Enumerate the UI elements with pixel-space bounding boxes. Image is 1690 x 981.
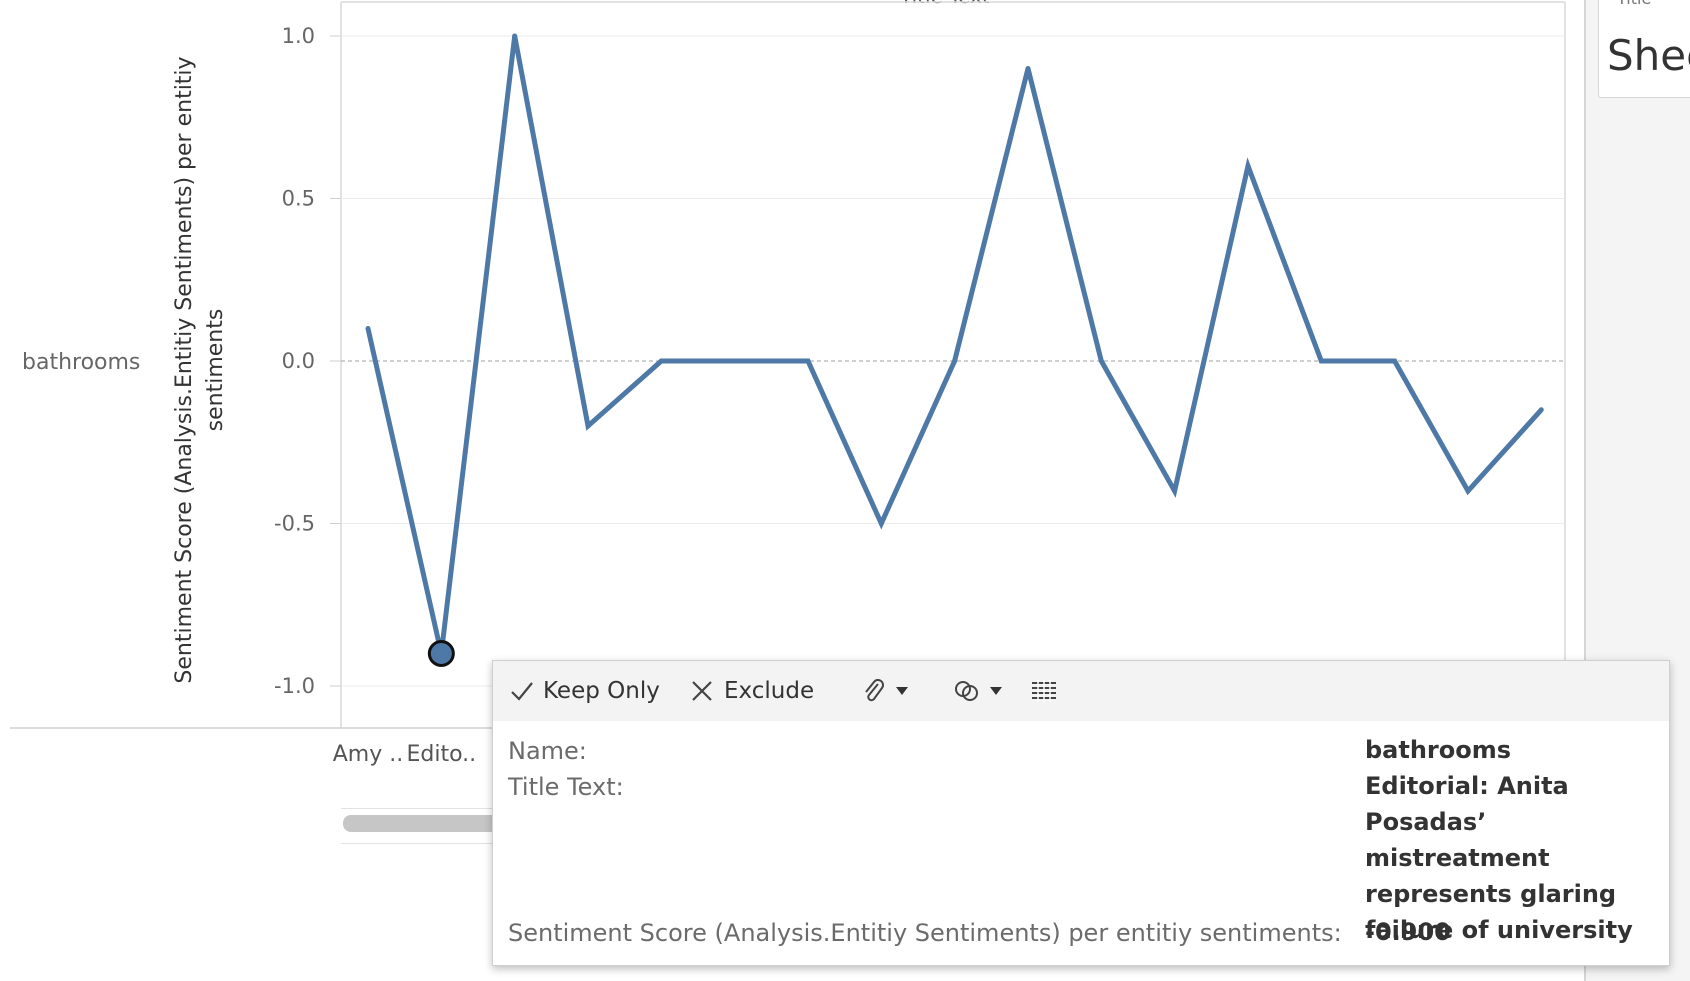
mark-tooltip: Keep Only Exclude Name: bathrooms Title … xyxy=(492,660,1670,966)
series-lines xyxy=(365,35,1544,655)
series-line xyxy=(365,35,1544,655)
y-axis-ticks: 1.0 0.5 0.0 -0.5 -1.0 xyxy=(274,24,341,698)
exclude-label: Exclude xyxy=(724,678,815,704)
data-point[interactable] xyxy=(1245,163,1251,169)
close-icon xyxy=(690,679,714,703)
data-point[interactable] xyxy=(805,358,811,364)
tooltip-name-value: bathrooms xyxy=(1365,736,1512,764)
chevron-down-icon xyxy=(989,686,1003,696)
view-data-button[interactable] xyxy=(1031,661,1057,721)
table-grid-icon xyxy=(1031,680,1057,702)
create-set-button[interactable] xyxy=(953,661,1003,721)
tooltip-score-value: -0.900 xyxy=(1365,918,1451,946)
y-tick-label: -1.0 xyxy=(274,674,315,698)
sheet-card[interactable]: Title Shee xyxy=(1598,0,1690,98)
worksheet-view: Title Text bathrooms Sentiment Score (An… xyxy=(0,0,1690,981)
y-tick-label: 1.0 xyxy=(282,24,315,48)
data-point[interactable] xyxy=(878,521,884,526)
selected-data-point[interactable] xyxy=(427,640,455,667)
data-point[interactable] xyxy=(512,33,518,39)
group-members-button[interactable] xyxy=(861,661,909,721)
tooltip-score-label: Sentiment Score (Analysis.Entitiy Sentim… xyxy=(508,919,1342,947)
data-point[interactable] xyxy=(365,326,371,331)
data-point[interactable] xyxy=(1392,358,1398,364)
y-tick-label: -0.5 xyxy=(274,512,315,536)
data-point[interactable] xyxy=(732,358,738,364)
x-axis-labels: Amy .. Edito.. xyxy=(333,742,476,767)
sheet-card-title: Shee xyxy=(1607,31,1690,80)
data-point[interactable] xyxy=(1538,407,1544,413)
paperclip-icon xyxy=(861,678,887,704)
exclude-button[interactable]: Exclude xyxy=(690,661,814,721)
data-point[interactable] xyxy=(1172,488,1178,494)
horizontal-scrollbar-thumb[interactable] xyxy=(343,815,498,832)
data-point[interactable] xyxy=(1098,358,1104,364)
keep-only-label: Keep Only xyxy=(543,678,660,704)
data-point[interactable] xyxy=(1025,66,1031,71)
tooltip-title-label: Title Text: xyxy=(508,773,624,801)
x-axis-label: Amy .. xyxy=(333,742,403,767)
data-point[interactable] xyxy=(658,358,664,364)
sheet-card-label: Title xyxy=(1617,0,1651,8)
tooltip-toolbar: Keep Only Exclude xyxy=(493,661,1669,721)
series-points xyxy=(365,33,1544,667)
data-point[interactable] xyxy=(1318,358,1324,364)
data-point[interactable] xyxy=(585,423,591,429)
checkmark-icon xyxy=(509,678,535,704)
chevron-down-icon xyxy=(895,686,909,696)
x-axis-label: Edito.. xyxy=(406,742,476,767)
plot-frame xyxy=(10,1,1566,729)
data-point[interactable] xyxy=(1465,488,1471,494)
sets-icon xyxy=(953,678,981,704)
data-point[interactable] xyxy=(952,358,958,364)
tooltip-name-label: Name: xyxy=(508,737,587,765)
keep-only-button[interactable]: Keep Only xyxy=(509,661,660,721)
y-tick-label: 0.5 xyxy=(282,187,315,211)
y-tick-label: 0.0 xyxy=(282,349,315,373)
